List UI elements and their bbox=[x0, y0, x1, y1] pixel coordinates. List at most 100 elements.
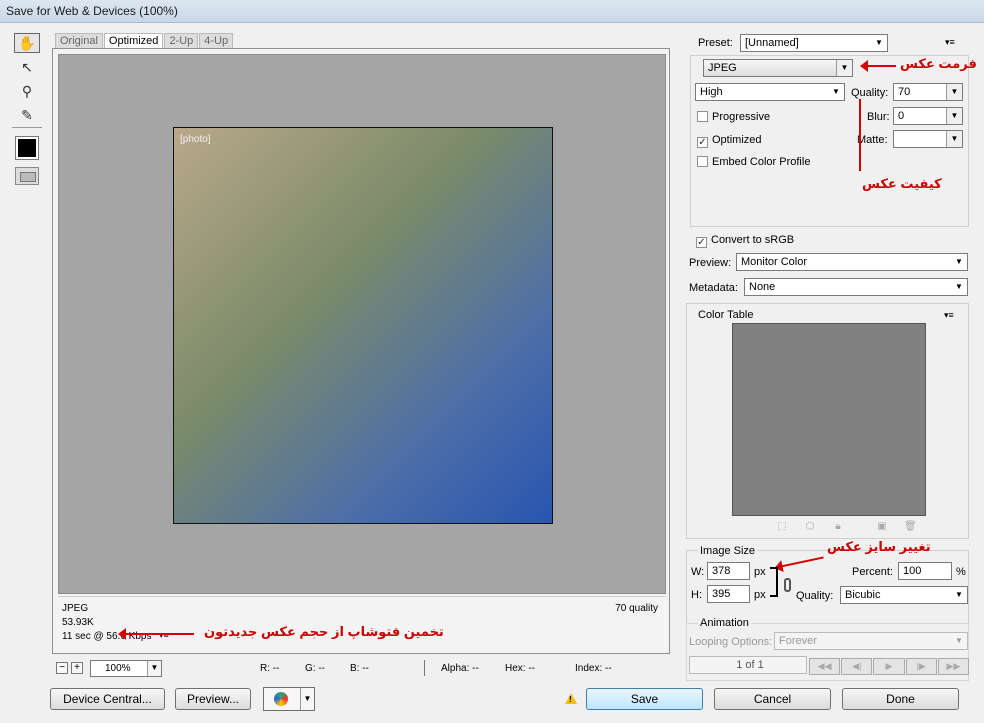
browser-select[interactable]: ▼ bbox=[263, 687, 315, 711]
pixel-alpha-readout: Alpha: -- bbox=[441, 663, 479, 674]
device-central-button[interactable]: Device Central... bbox=[50, 688, 165, 710]
chevron-down-icon: ▼ bbox=[832, 87, 840, 96]
quality-field[interactable]: 70 ▼ bbox=[893, 83, 963, 101]
pixel-hex-readout: Hex: -- bbox=[505, 663, 535, 674]
matte-select[interactable]: ▼ bbox=[893, 130, 963, 148]
embed-color-profile-checkbox[interactable]: Embed Color Profile bbox=[697, 156, 810, 168]
preview-canvas[interactable]: [photo] bbox=[58, 54, 666, 594]
tool-divider bbox=[12, 127, 42, 128]
annotation-arrow-quality bbox=[859, 99, 861, 171]
preview-select[interactable]: Monitor Color ▼ bbox=[736, 253, 968, 271]
last-frame-icon[interactable]: ▶▶ bbox=[937, 658, 970, 675]
pixel-r-readout: R: -- bbox=[260, 663, 280, 674]
optimized-checkbox[interactable]: ✓ Optimized bbox=[697, 134, 762, 148]
optimized-checkbox-box: ✓ bbox=[697, 137, 708, 148]
web-shift-icon[interactable]: ⬡ bbox=[804, 521, 816, 533]
height-label: H: bbox=[691, 589, 702, 601]
width-unit: px bbox=[754, 566, 766, 578]
hand-tool-icon[interactable]: ✋ bbox=[14, 33, 40, 53]
zoom-level-value: 100% bbox=[105, 663, 131, 674]
zoom-level-select[interactable]: 100% ▼ bbox=[90, 660, 162, 677]
frame-counter: 1 of 1 bbox=[689, 656, 807, 674]
constrain-bracket bbox=[770, 567, 778, 597]
eyedropper-color-swatch[interactable] bbox=[15, 136, 39, 160]
percent-unit: % bbox=[956, 566, 966, 578]
image-viewport: [photo] JPEG 53.93K 11 sec @ 56.6 Kbps ▾… bbox=[52, 48, 670, 654]
file-format-value: JPEG bbox=[708, 62, 737, 74]
image-size-title: Image Size bbox=[698, 545, 758, 557]
save-for-web-dialog: ✋ ↖ ⚲ ✎ Original Optimized 2-Up 4-Up [ph… bbox=[0, 22, 984, 723]
width-field[interactable]: 378 bbox=[707, 562, 750, 580]
first-frame-icon[interactable]: ◀◀ bbox=[809, 658, 841, 675]
done-button[interactable]: Done bbox=[842, 688, 959, 710]
resample-quality-select[interactable]: Bicubic ▼ bbox=[840, 586, 968, 604]
metadata-select[interactable]: None ▼ bbox=[744, 278, 968, 296]
color-table-menu-icon[interactable]: ▾≡ bbox=[944, 310, 954, 321]
chevron-down-icon: ▼ bbox=[946, 84, 962, 100]
looping-options-label: Looping Options: bbox=[689, 636, 773, 648]
quality-preset-select[interactable]: High ▼ bbox=[695, 83, 845, 101]
blur-field[interactable]: 0 ▼ bbox=[893, 107, 963, 125]
embed-color-profile-label: Embed Color Profile bbox=[712, 156, 811, 168]
map-transparent-icon[interactable]: ⬚ bbox=[776, 521, 788, 533]
percent-label: Percent: bbox=[852, 566, 893, 578]
chevron-down-icon: ▼ bbox=[875, 38, 883, 47]
title-bar: Save for Web & Devices (100%) bbox=[0, 0, 984, 22]
convert-srgb-checkbox[interactable]: ✓ Convert to sRGB bbox=[696, 234, 794, 248]
zoom-bar: − + 100% ▼ R: -- G: -- B: -- Alpha: -- H… bbox=[52, 659, 670, 679]
chevron-down-icon: ▼ bbox=[836, 60, 852, 76]
preset-select[interactable]: [Unnamed] ▼ bbox=[740, 34, 888, 52]
percent-value: 100 bbox=[903, 565, 922, 577]
warning-icon: ! bbox=[565, 693, 577, 704]
tools-panel: ✋ ↖ ⚲ ✎ bbox=[12, 31, 42, 191]
eyedropper-tool-icon[interactable]: ✎ bbox=[14, 105, 40, 125]
annotation-resize: تغییر سایز عکس bbox=[827, 539, 931, 554]
zoom-out-button[interactable]: − bbox=[56, 662, 68, 674]
tab-2-up[interactable]: 2-Up bbox=[164, 33, 199, 49]
photo-placeholder-caption: [photo] bbox=[180, 134, 211, 145]
convert-srgb-checkbox-box: ✓ bbox=[696, 237, 707, 248]
zoom-in-button[interactable]: + bbox=[71, 662, 83, 674]
cancel-button[interactable]: Cancel bbox=[714, 688, 831, 710]
looping-options-select[interactable]: Forever ▼ bbox=[774, 632, 968, 650]
quality-value: 70 bbox=[898, 86, 911, 98]
view-tabs: Original Optimized 2-Up 4-Up bbox=[55, 33, 234, 49]
quality-label: Quality: bbox=[851, 87, 889, 99]
next-frame-icon[interactable]: |▶ bbox=[905, 658, 937, 675]
play-icon[interactable]: ▶ bbox=[873, 658, 905, 675]
file-format-select[interactable]: JPEG ▼ bbox=[703, 59, 853, 77]
tab-optimized[interactable]: Optimized bbox=[103, 33, 164, 49]
color-table-swatches[interactable] bbox=[732, 323, 926, 516]
slice-select-tool-icon[interactable]: ↖ bbox=[14, 57, 40, 77]
toggle-slices-visibility-icon[interactable] bbox=[15, 167, 39, 185]
width-label: W: bbox=[691, 566, 705, 578]
previous-frame-icon[interactable]: ◀| bbox=[841, 658, 873, 675]
trash-icon[interactable]: 🗑︎ bbox=[904, 521, 917, 533]
chevron-down-icon: ▼ bbox=[300, 688, 314, 710]
chevron-down-icon: ▼ bbox=[946, 108, 962, 124]
annotation-arrow-estimate bbox=[118, 628, 194, 640]
lock-color-icon[interactable]: 🔒︎ bbox=[832, 521, 844, 533]
download-rate-menu-icon[interactable]: ▾≡ bbox=[159, 630, 169, 641]
save-button[interactable]: Save bbox=[586, 688, 703, 710]
animation-title: Animation bbox=[698, 617, 751, 629]
annotation-quality: کیفیت عکس bbox=[862, 176, 942, 191]
progressive-label: Progressive bbox=[712, 111, 771, 123]
status-file-size: 53.93K bbox=[62, 617, 94, 628]
optimize-menu-icon[interactable]: ▾≡ bbox=[945, 37, 955, 48]
constrain-proportions-link-icon[interactable] bbox=[784, 578, 791, 592]
progressive-checkbox-box bbox=[697, 111, 708, 122]
tab-4-up[interactable]: 4-Up bbox=[199, 33, 234, 49]
new-color-icon[interactable]: ▣ bbox=[876, 521, 888, 533]
preset-label: Preset: bbox=[698, 37, 733, 49]
blur-label: Blur: bbox=[867, 111, 890, 123]
pixel-index-readout: Index: -- bbox=[575, 663, 612, 674]
optimized-info-bar: JPEG 53.93K 11 sec @ 56.6 Kbps ▾≡ 70 qua… bbox=[58, 596, 666, 650]
percent-field[interactable]: 100 bbox=[898, 562, 952, 580]
preview-in-browser-button[interactable]: Preview... bbox=[175, 688, 251, 710]
height-field[interactable]: 395 bbox=[707, 585, 750, 603]
optimized-image-preview[interactable]: [photo] bbox=[173, 127, 553, 524]
progressive-checkbox[interactable]: Progressive bbox=[697, 111, 770, 123]
tab-original[interactable]: Original bbox=[55, 33, 103, 49]
zoom-tool-icon[interactable]: ⚲ bbox=[14, 81, 40, 101]
